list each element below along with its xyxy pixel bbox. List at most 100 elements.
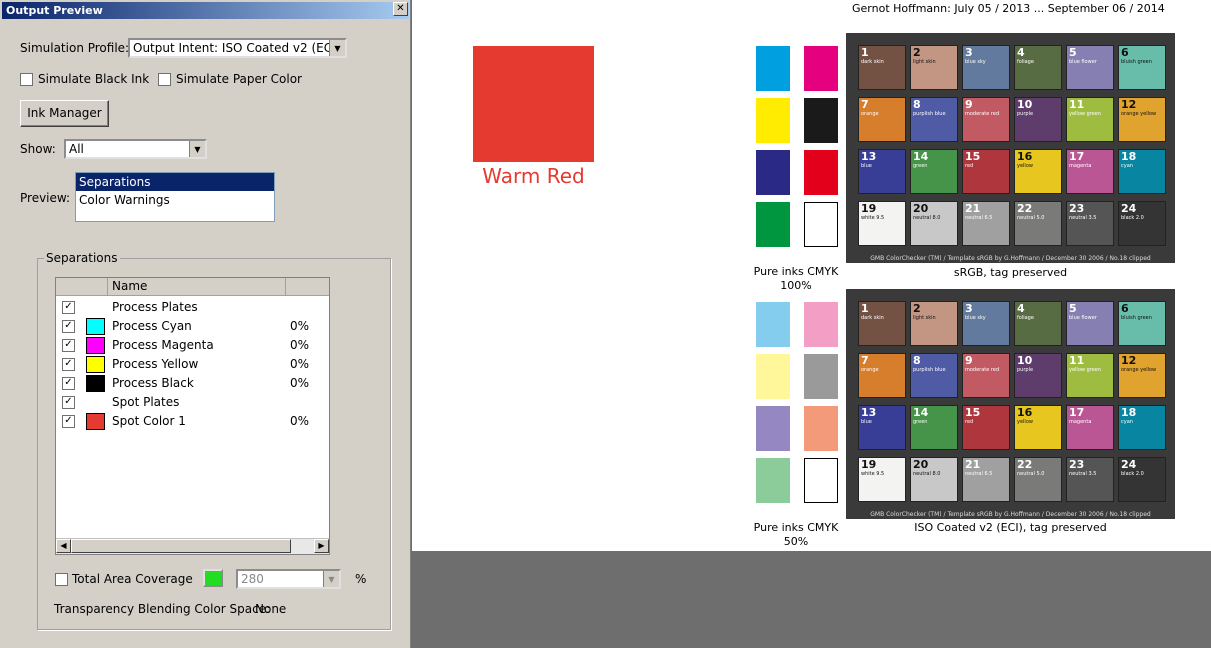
separation-row[interactable]: ✓ Process Black 0%	[56, 374, 329, 393]
total-area-coverage-checkbox[interactable]	[55, 573, 68, 586]
warm-red-label: Warm Red	[482, 164, 585, 188]
separations-list[interactable]: Name ✓ Process Plates ✓ Process Cyan 0% ✓ Proc…	[55, 277, 330, 555]
separation-checkbox[interactable]: ✓	[62, 377, 75, 390]
patch-name: black 2.0	[1121, 471, 1144, 477]
separation-row[interactable]: ✓ Process Yellow 0%	[56, 355, 329, 374]
patch-name: dark skin	[861, 59, 884, 65]
color-patch: 11 yellow green	[1066, 97, 1114, 142]
separation-checkbox[interactable]: ✓	[62, 415, 75, 428]
patch-number: 4	[1017, 302, 1025, 315]
color-patch: 18 cyan	[1118, 405, 1166, 450]
separation-row[interactable]: ✓ Process Plates	[56, 298, 329, 317]
patch-name: white 9.5	[861, 471, 885, 477]
show-label: Show:	[20, 142, 56, 156]
patch-name: blue	[861, 419, 872, 425]
ink-swatch	[804, 354, 838, 399]
patch-name: green	[913, 163, 928, 169]
ink-swatch	[756, 202, 790, 247]
separation-checkbox[interactable]: ✓	[62, 320, 75, 333]
patch-name: cyan	[1121, 163, 1133, 169]
ink-swatch	[756, 302, 790, 347]
separation-row[interactable]: ✓ Spot Plates	[56, 393, 329, 412]
patch-number: 19	[861, 202, 877, 215]
patch-number: 21	[965, 458, 981, 471]
ink-swatch	[756, 46, 790, 91]
separation-row[interactable]: ✓ Process Magenta 0%	[56, 336, 329, 355]
ink-swatch	[756, 406, 790, 451]
patch-number: 9	[965, 98, 973, 111]
patch-name: cyan	[1121, 419, 1133, 425]
patch-name: magenta	[1069, 419, 1092, 425]
patch-number: 14	[913, 150, 929, 163]
patch-number: 15	[965, 406, 981, 419]
separation-checkbox[interactable]: ✓	[62, 358, 75, 371]
document-canvas: Gernot Hoffmann: July 05 / 2013 ... Sept…	[412, 0, 1211, 551]
color-patch: 23 neutral 3.5	[1066, 201, 1114, 246]
separation-name: Spot Color 1	[112, 414, 186, 428]
patch-number: 3	[965, 46, 973, 59]
separation-percent: 0%	[290, 376, 310, 390]
patch-name: dark skin	[861, 315, 884, 321]
color-patch: 21 neutral 6.5	[962, 201, 1010, 246]
coverage-color-swatch[interactable]	[203, 569, 223, 587]
scroll-thumb[interactable]	[71, 539, 291, 553]
separation-row[interactable]: ✓ Process Cyan 0%	[56, 317, 329, 336]
patch-number: 12	[1121, 98, 1137, 111]
separation-name: Process Black	[112, 376, 194, 390]
simulate-black-ink-checkbox[interactable]	[20, 73, 33, 86]
chart-srgb-caption: sRGB, tag preserved	[953, 266, 1068, 279]
simulation-profile-select[interactable]: Output Intent: ISO Coated v2 (ECI) ▼	[128, 38, 347, 58]
preview-listbox[interactable]: Separations Color Warnings	[75, 172, 275, 222]
chevron-down-icon: ▼	[329, 40, 345, 56]
patch-number: 21	[965, 202, 981, 215]
patch-name: orange yellow	[1121, 367, 1157, 373]
patch-name: purplish blue	[913, 111, 946, 117]
patch-name: light skin	[913, 315, 936, 321]
simulate-paper-color-checkbox[interactable]	[158, 73, 171, 86]
separations-header: Name	[56, 278, 329, 296]
color-patch: 16 yellow	[1014, 149, 1062, 194]
separation-row[interactable]: ✓ Spot Color 1 0%	[56, 412, 329, 431]
separation-percent: 0%	[290, 338, 310, 352]
show-select[interactable]: All ▼	[64, 139, 207, 159]
patch-number: 7	[861, 354, 869, 367]
header-name[interactable]: Name	[108, 278, 286, 295]
color-patch: 20 neutral 8.0	[910, 201, 958, 246]
separation-swatch	[86, 356, 105, 373]
separation-checkbox[interactable]: ✓	[62, 301, 75, 314]
color-patch: 6 bluish green	[1118, 301, 1166, 346]
inks-100-caption-line2: 100%	[780, 279, 812, 292]
patch-number: 20	[913, 202, 929, 215]
simulation-profile-label: Simulation Profile:	[20, 41, 130, 55]
patch-name: green	[913, 419, 928, 425]
coverage-value-select[interactable]: 280 ▼	[236, 569, 341, 589]
color-patch: 20 neutral 8.0	[910, 457, 958, 502]
patch-number: 24	[1121, 202, 1137, 215]
simulate-paper-color-label: Simulate Paper Color	[176, 72, 302, 86]
separation-percent: 0%	[290, 357, 310, 371]
patch-number: 18	[1121, 150, 1137, 163]
separation-name: Process Magenta	[112, 338, 214, 352]
close-button[interactable]: ✕	[393, 2, 408, 16]
preview-option-separations[interactable]: Separations	[76, 173, 274, 191]
color-patch: 18 cyan	[1118, 149, 1166, 194]
simulation-profile-value: Output Intent: ISO Coated v2 (ECI)	[133, 41, 341, 55]
scroll-right-icon[interactable]: ▶	[314, 539, 329, 553]
scroll-left-icon[interactable]: ◀	[56, 539, 71, 553]
separation-checkbox[interactable]: ✓	[62, 339, 75, 352]
horizontal-scrollbar[interactable]: ◀ ▶	[56, 538, 329, 554]
color-patch: 10 purple	[1014, 353, 1062, 398]
warm-red-swatch	[473, 46, 594, 162]
patch-number: 12	[1121, 354, 1137, 367]
patch-name: moderate red	[965, 111, 1000, 117]
preview-option-color-warnings[interactable]: Color Warnings	[76, 191, 274, 209]
window-title: Output Preview	[2, 2, 409, 19]
ink-manager-button[interactable]: Ink Manager	[20, 100, 109, 127]
separation-name: Spot Plates	[112, 395, 180, 409]
chevron-down-icon: ▼	[323, 571, 339, 587]
ink-swatch	[804, 406, 838, 451]
patch-name: foliage	[1017, 59, 1034, 65]
patch-name: neutral 8.0	[913, 471, 941, 477]
separation-checkbox[interactable]: ✓	[62, 396, 75, 409]
color-patch: 19 white 9.5	[858, 457, 906, 502]
